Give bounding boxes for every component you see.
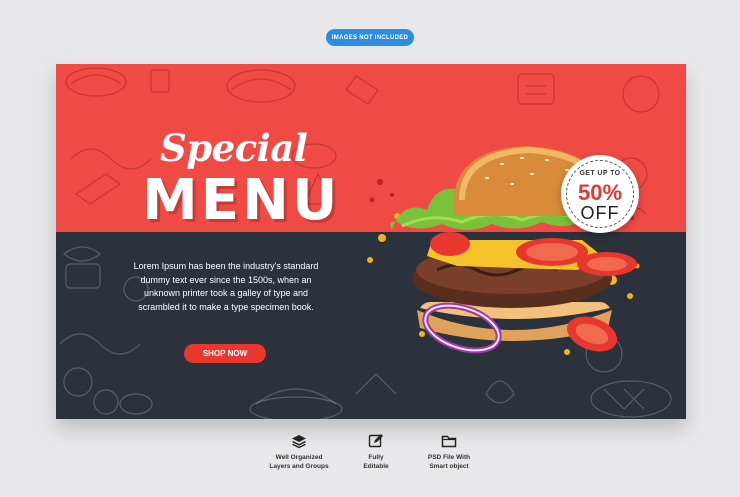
- title-menu: MENU: [142, 168, 341, 233]
- feature-psd: PSD File With Smart object: [399, 433, 499, 471]
- folder-icon: [441, 435, 457, 448]
- shop-now-button[interactable]: SHOP NOW: [184, 344, 266, 363]
- badge-get-up-to: GET UP TO: [579, 170, 621, 177]
- images-not-included-text: IMAGES NOT INCLUDED: [331, 34, 409, 41]
- feature-psd-label: PSD File With Smart object: [427, 454, 471, 470]
- images-not-included-badge: IMAGES NOT INCLUDED: [326, 29, 414, 46]
- banner: Special MENU Lorem Ipsum has been the in…: [56, 64, 686, 419]
- edit-icon: [368, 434, 383, 448]
- badge-off: OFF: [580, 203, 620, 223]
- title-special: Special: [160, 126, 308, 170]
- discount-badge: GET UP TO 50% OFF: [561, 155, 639, 233]
- feature-list: Well Organized Layers and Groups Fully E…: [0, 433, 740, 493]
- description-text: Lorem Ipsum has been the industry's stan…: [133, 261, 319, 312]
- layers-icon: [292, 435, 306, 449]
